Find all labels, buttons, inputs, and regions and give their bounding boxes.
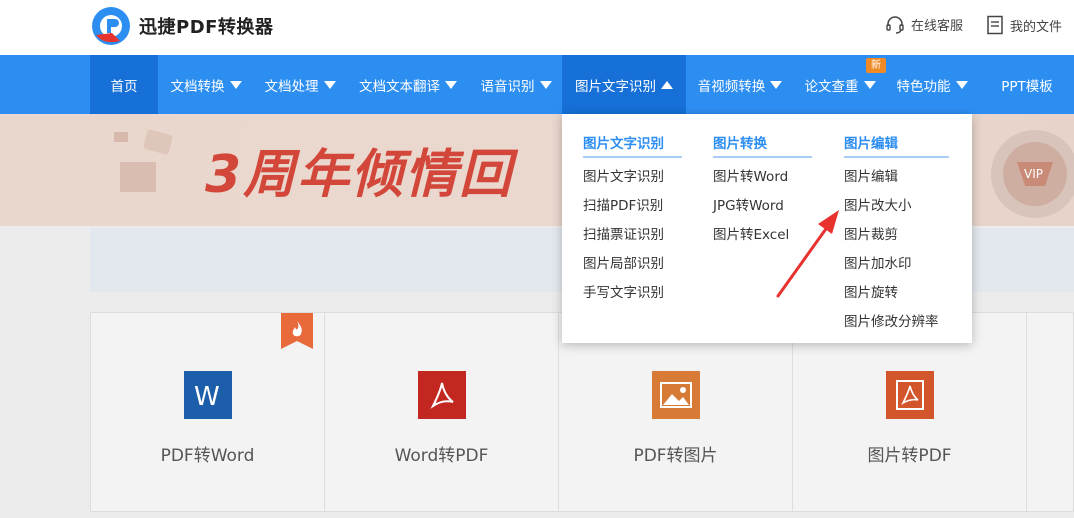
dropdown-link[interactable]: 图片编辑: [844, 165, 898, 185]
brand-logo-icon[interactable]: [90, 5, 132, 47]
dropdown-heading-ocr: 图片文字识别: [583, 136, 664, 152]
caret-up-icon: [661, 80, 673, 89]
tool-card[interactable]: W PDF转Word: [91, 313, 325, 513]
svg-text:VIP: VIP: [1024, 167, 1043, 181]
nav-item-label: 首页: [110, 78, 138, 95]
banner-title: 3周年倾情回: [205, 145, 514, 205]
nav-item-doc-convert[interactable]: 文档转换: [158, 55, 254, 114]
dropdown-link[interactable]: 图片旋转: [844, 281, 898, 301]
main-nav: 首页 文档转换 文档处理 文档文本翻译 语音识别 图片文字识别 音视频转换 论文…: [0, 55, 1074, 114]
dropdown-link[interactable]: 扫描PDF识别: [583, 194, 663, 214]
tool-card-label: 图片转PDF: [867, 446, 952, 466]
nav-item-label: 语音识别: [480, 78, 535, 95]
dropdown-link[interactable]: 图片裁剪: [844, 223, 898, 243]
image-icon: [652, 371, 700, 419]
tool-card[interactable]: 图片转PDF: [793, 313, 1027, 513]
nav-item-label: 文档文本翻译: [359, 78, 440, 95]
dropdown-link[interactable]: 图片修改分辨率: [844, 310, 939, 330]
dropdown-link[interactable]: 手写文字识别: [583, 281, 664, 301]
nav-item-features[interactable]: 特色功能: [886, 55, 978, 114]
caret-down-icon: [955, 80, 968, 89]
nav-item-label: 图片文字识别: [575, 78, 656, 95]
dropdown-link[interactable]: 图片改大小: [844, 194, 912, 214]
tool-card-label: Word转PDF: [394, 446, 489, 466]
nav-item-doc-process[interactable]: 文档处理: [254, 55, 346, 114]
tool-card-label: PDF转图片: [633, 446, 718, 466]
caret-down-icon: [539, 80, 552, 89]
hot-flame-icon: [281, 313, 313, 349]
heading-divider: [844, 156, 949, 158]
nav-item-image-ocr[interactable]: 图片文字识别: [562, 55, 686, 114]
nav-item-label: PPT模板: [1001, 78, 1053, 95]
pdf-icon: [418, 371, 466, 419]
nav-item-label: 论文查重: [804, 78, 859, 95]
tool-card[interactable]: Word转PDF: [325, 313, 559, 513]
caret-down-icon: [445, 80, 457, 89]
image-ocr-dropdown: 图片文字识别 图片文字识别 扫描PDF识别 扫描票证识别 图片局部识别 手写文字…: [562, 114, 972, 343]
file-icon: [987, 15, 1003, 35]
nav-item-label: 特色功能: [896, 78, 951, 95]
caret-down-icon: [863, 80, 876, 89]
caret-down-icon: [229, 80, 242, 89]
word-icon: W: [184, 371, 232, 419]
new-badge: 新: [866, 58, 886, 73]
nav-item-label: 文档处理: [264, 78, 319, 95]
caret-down-icon: [323, 80, 336, 89]
online-service-label: 在线客服: [911, 19, 964, 34]
heading-divider: [713, 156, 812, 158]
nav-item-label: 音视频转换: [697, 78, 766, 95]
heading-divider: [583, 156, 682, 158]
svg-text:W: W: [194, 382, 220, 410]
dropdown-heading-convert: 图片转换: [713, 136, 767, 152]
tool-card[interactable]: PDF转图片: [559, 313, 793, 513]
dropdown-link[interactable]: JPG转Word: [713, 194, 784, 214]
dropdown-link[interactable]: 图片转Excel: [713, 223, 789, 243]
dropdown-link[interactable]: 图片加水印: [844, 252, 912, 272]
dropdown-link[interactable]: 扫描票证识别: [583, 223, 664, 243]
nav-item-av-convert[interactable]: 音视频转换: [686, 55, 794, 114]
nav-item-label: 文档转换: [170, 78, 225, 95]
online-service-link[interactable]: 在线客服: [885, 15, 963, 34]
top-header: 迅捷PDF转换器 在线客服 我的文件: [0, 0, 1074, 55]
nav-item-ppt[interactable]: PPT模板: [988, 55, 1066, 114]
dropdown-heading-edit: 图片编辑: [844, 136, 898, 152]
brand-name[interactable]: 迅捷PDF转换器: [139, 13, 273, 39]
dropdown-link[interactable]: 图片转Word: [713, 165, 788, 185]
nav-item-home[interactable]: 首页: [90, 55, 158, 114]
vip-badge-icon: VIP: [991, 130, 1074, 218]
my-files-label: 我的文件: [1010, 19, 1063, 35]
image-pdf-icon: [886, 371, 934, 419]
caret-down-icon: [770, 80, 783, 89]
gift-decoration-icon: [114, 129, 173, 192]
headset-icon: [886, 15, 904, 34]
nav-item-doc-translate[interactable]: 文档文本翻译: [346, 55, 470, 114]
my-files-link[interactable]: 我的文件: [986, 15, 1062, 35]
nav-item-speech[interactable]: 语音识别: [470, 55, 562, 114]
tool-card-label: PDF转Word: [160, 446, 255, 466]
dropdown-link[interactable]: 图片局部识别: [583, 252, 664, 272]
dropdown-link[interactable]: 图片文字识别: [583, 165, 664, 185]
